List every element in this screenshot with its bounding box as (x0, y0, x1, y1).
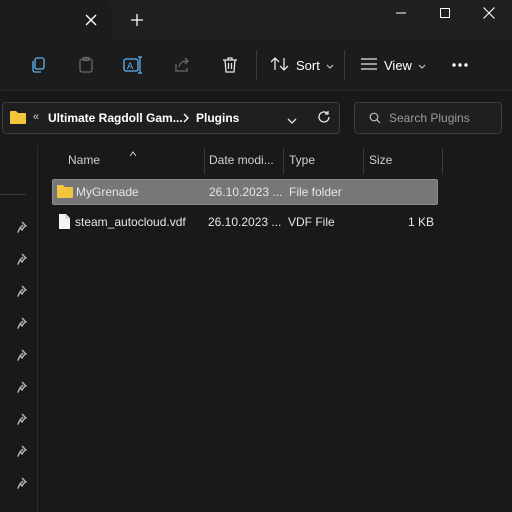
toolbar-divider (344, 50, 345, 80)
folder-icon (9, 109, 27, 128)
column-separator[interactable] (204, 148, 205, 174)
nav-divider (0, 194, 26, 195)
pin-icon[interactable] (17, 477, 31, 491)
pin-icon[interactable] (17, 253, 31, 267)
pin-icon[interactable] (17, 221, 31, 235)
file-name: steam_autocloud.vdf (75, 215, 186, 229)
chevron-right-icon[interactable] (183, 112, 189, 126)
chevron-down-icon (326, 58, 334, 73)
close-window-button[interactable] (466, 0, 512, 26)
share-icon[interactable] (170, 53, 194, 77)
file-type: File folder (289, 185, 342, 199)
pin-icon[interactable] (17, 445, 31, 459)
column-separator[interactable] (283, 148, 284, 174)
file-date: 26.10.2023 ... (208, 215, 282, 229)
file-type: VDF File (288, 215, 335, 229)
column-separator[interactable] (363, 148, 364, 174)
file-name: MyGrenade (76, 185, 139, 199)
command-bar: A Sort View (0, 40, 512, 91)
title-bar (0, 0, 512, 40)
sort-icon (270, 56, 290, 75)
pin-icon[interactable] (17, 349, 31, 363)
new-tab-button[interactable] (126, 9, 148, 31)
file-icon (58, 213, 71, 233)
svg-text:A: A (127, 62, 134, 72)
pin-icon[interactable] (17, 381, 31, 395)
minimize-button[interactable] (378, 0, 424, 26)
file-list: Name Date modi... Type Size MyGrenade 26… (38, 146, 512, 512)
search-input[interactable] (387, 110, 501, 126)
pin-icon[interactable] (17, 413, 31, 427)
column-header-size[interactable]: Size (369, 146, 429, 174)
view-icon (360, 57, 378, 74)
close-tab-icon[interactable] (80, 9, 102, 31)
file-date: 26.10.2023 ... (209, 185, 283, 199)
column-header-name[interactable]: Name (68, 146, 198, 174)
file-size: 1 KB (407, 215, 434, 229)
delete-icon[interactable] (218, 53, 242, 77)
paste-icon[interactable] (74, 53, 98, 77)
more-options-icon[interactable] (448, 53, 472, 77)
pin-icon[interactable] (17, 317, 31, 331)
folder-icon (56, 184, 74, 202)
list-item[interactable]: steam_autocloud.vdf 26.10.2023 ... VDF F… (52, 210, 438, 236)
navigation-pane (0, 146, 38, 512)
list-item[interactable]: MyGrenade 26.10.2023 ... File folder (52, 179, 438, 205)
view-label: View (384, 57, 412, 73)
view-button[interactable]: View (360, 51, 426, 79)
address-bar[interactable]: « Ultimate Ragdoll Gam... Plugins (2, 102, 340, 134)
sort-button[interactable]: Sort (270, 51, 334, 79)
pin-icon[interactable] (17, 285, 31, 299)
chevron-down-icon (418, 58, 426, 73)
sort-label: Sort (296, 57, 320, 73)
maximize-button[interactable] (422, 0, 468, 26)
column-header-type[interactable]: Type (289, 146, 359, 174)
rename-icon[interactable]: A (121, 53, 145, 77)
copy-icon[interactable] (26, 53, 50, 77)
active-tab[interactable] (0, 0, 112, 40)
overflow-crumb[interactable]: « (33, 111, 39, 123)
toolbar-divider (256, 50, 257, 80)
refresh-icon[interactable] (317, 110, 331, 127)
search-box[interactable] (354, 102, 502, 134)
column-header-date[interactable]: Date modi... (209, 146, 285, 174)
column-separator[interactable] (442, 148, 443, 174)
breadcrumb-item[interactable]: Ultimate Ragdoll Gam... (48, 111, 183, 125)
chevron-down-icon[interactable] (287, 114, 297, 128)
breadcrumb-item[interactable]: Plugins (196, 111, 239, 125)
search-icon (369, 112, 381, 124)
